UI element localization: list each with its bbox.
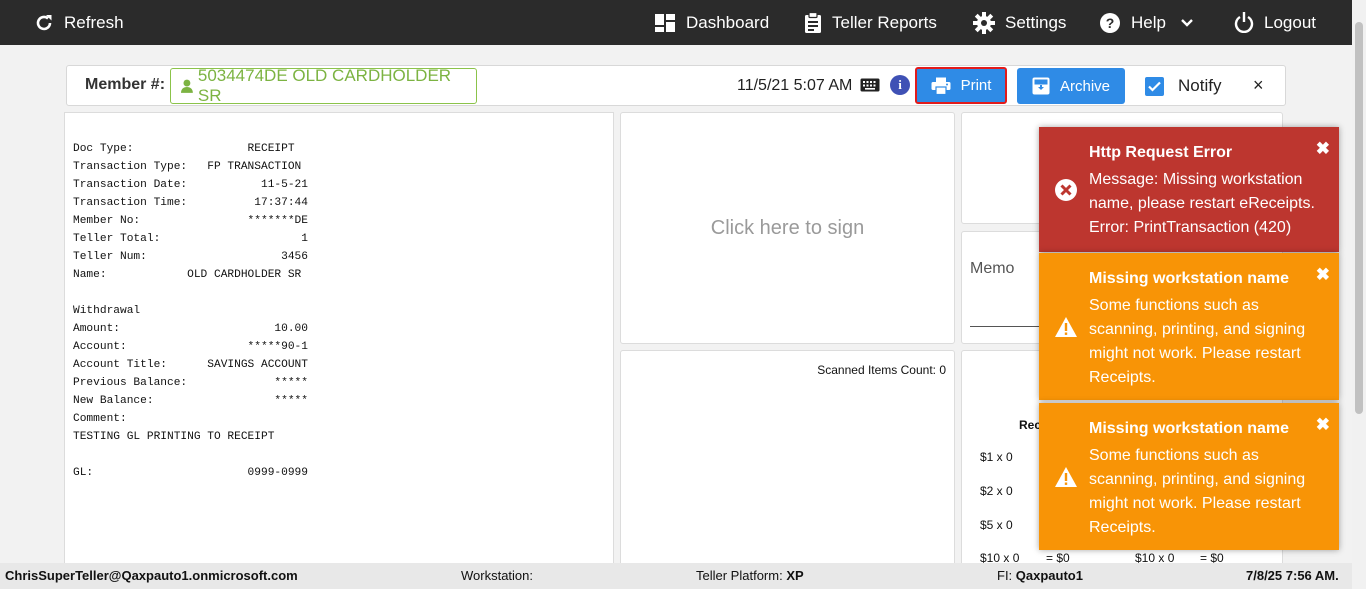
status-platform-value: XP	[786, 568, 804, 583]
archive-icon	[1032, 77, 1050, 95]
refresh-label: Refresh	[64, 12, 124, 32]
member-header: Member #: 5034474DE OLD CARDHOLDER SR 11…	[66, 65, 1286, 106]
status-platform: Teller Platform: XP	[696, 568, 804, 583]
top-nav: Refresh Dashboard Teller Reports Setting…	[0, 0, 1366, 45]
toast-warning: Missing workstation name Some functions …	[1039, 253, 1339, 400]
keyboard-icon[interactable]	[860, 78, 880, 92]
power-icon	[1234, 12, 1254, 33]
help-menu[interactable]: ? Help	[1099, 0, 1194, 45]
settings-label: Settings	[1005, 12, 1067, 32]
toast-close-button[interactable]: ✖	[1316, 265, 1330, 285]
error-icon	[1055, 179, 1077, 201]
toast-error: Http Request Error Message: Missing work…	[1039, 127, 1339, 252]
logout-link[interactable]: Logout	[1234, 0, 1316, 45]
refresh-button[interactable]: Refresh	[34, 0, 124, 45]
dashboard-link[interactable]: Dashboard	[654, 0, 769, 45]
toast-title: Missing workstation name	[1089, 270, 1290, 287]
status-workstation-label: Workstation:	[461, 568, 534, 583]
toast-close-button[interactable]: ✖	[1316, 139, 1330, 159]
refresh-icon	[36, 14, 52, 30]
toast-close-button[interactable]: ✖	[1316, 415, 1330, 435]
gear-icon	[973, 11, 995, 34]
check-icon	[1148, 81, 1161, 92]
sign-placeholder: Click here to sign	[710, 216, 865, 239]
receipt-panel: Doc Type: RECEIPT Transaction Type: FP T…	[64, 112, 614, 572]
logout-label: Logout	[1264, 12, 1316, 32]
toast-title: Missing workstation name	[1089, 420, 1290, 437]
scanned-items-count: Scanned Items Count: 0	[817, 363, 946, 377]
member-label: Member #:	[85, 76, 166, 93]
warning-icon	[1055, 467, 1077, 487]
dashboard-icon	[655, 13, 675, 32]
toast-message: Some functions such as scanning, printin…	[1089, 297, 1306, 386]
clipboard-icon	[805, 11, 821, 33]
printer-icon	[931, 77, 951, 95]
print-label: Print	[960, 77, 992, 94]
status-fi-label: FI:	[997, 568, 1013, 583]
warning-icon	[1055, 317, 1077, 337]
status-user: ChrisSuperTeller@Qaxpauto1.onmicrosoft.c…	[5, 568, 298, 583]
teller-reports-label: Teller Reports	[832, 12, 937, 32]
cash-title: Rec	[1019, 418, 1042, 432]
status-datetime: 7/8/25 7:56 AM.	[1246, 568, 1339, 583]
toast-title: Http Request Error	[1089, 144, 1233, 161]
notify-checkbox[interactable]	[1145, 77, 1164, 96]
cash-row-1: $1 x 0	[980, 450, 1013, 464]
chevron-down-icon	[1181, 18, 1193, 27]
archive-button[interactable]: Archive	[1017, 68, 1125, 104]
toast-message: Some functions such as scanning, printin…	[1089, 447, 1306, 536]
page-scrollbar[interactable]	[1352, 0, 1366, 589]
svg-text:?: ?	[1106, 15, 1115, 31]
member-field[interactable]: 5034474DE OLD CARDHOLDER SR	[170, 66, 477, 105]
status-bar: ChrisSuperTeller@Qaxpauto1.onmicrosoft.c…	[0, 563, 1352, 589]
receipt-text: Doc Type: RECEIPT Transaction Type: FP T…	[73, 143, 308, 479]
cash-row-2: $2 x 0	[980, 484, 1013, 498]
info-icon[interactable]: i	[890, 75, 910, 95]
scanned-items-panel: Scanned Items Count: 0	[620, 350, 955, 572]
print-button[interactable]: Print	[915, 67, 1007, 104]
settings-link[interactable]: Settings	[973, 0, 1066, 45]
status-fi: FI: Qaxpauto1	[997, 568, 1083, 583]
user-icon	[181, 79, 193, 93]
archive-label: Archive	[1059, 77, 1111, 95]
teller-reports-link[interactable]: Teller Reports	[804, 0, 937, 45]
close-transaction-button[interactable]: ×	[1253, 75, 1264, 96]
toast-warning: Missing workstation name Some functions …	[1039, 403, 1339, 550]
status-platform-label: Teller Platform:	[696, 568, 783, 583]
status-fi-value: Qaxpauto1	[1015, 568, 1083, 583]
signature-pad[interactable]: Click here to sign	[620, 112, 955, 344]
scrollbar-thumb[interactable]	[1355, 22, 1363, 414]
toast-message: Message: Missing workstation name, pleas…	[1089, 171, 1315, 236]
notify-label: Notify	[1178, 76, 1222, 95]
memo-label: Memo	[970, 260, 1015, 277]
dashboard-label: Dashboard	[686, 12, 770, 32]
transaction-datetime: 11/5/21 5:07 AM	[737, 77, 853, 94]
member-value: 5034474DE OLD CARDHOLDER SR	[197, 66, 452, 105]
help-icon: ?	[1100, 12, 1120, 33]
help-label: Help	[1131, 12, 1166, 32]
cash-row-5: $5 x 0	[980, 518, 1013, 532]
memo-input[interactable]	[970, 326, 1050, 327]
